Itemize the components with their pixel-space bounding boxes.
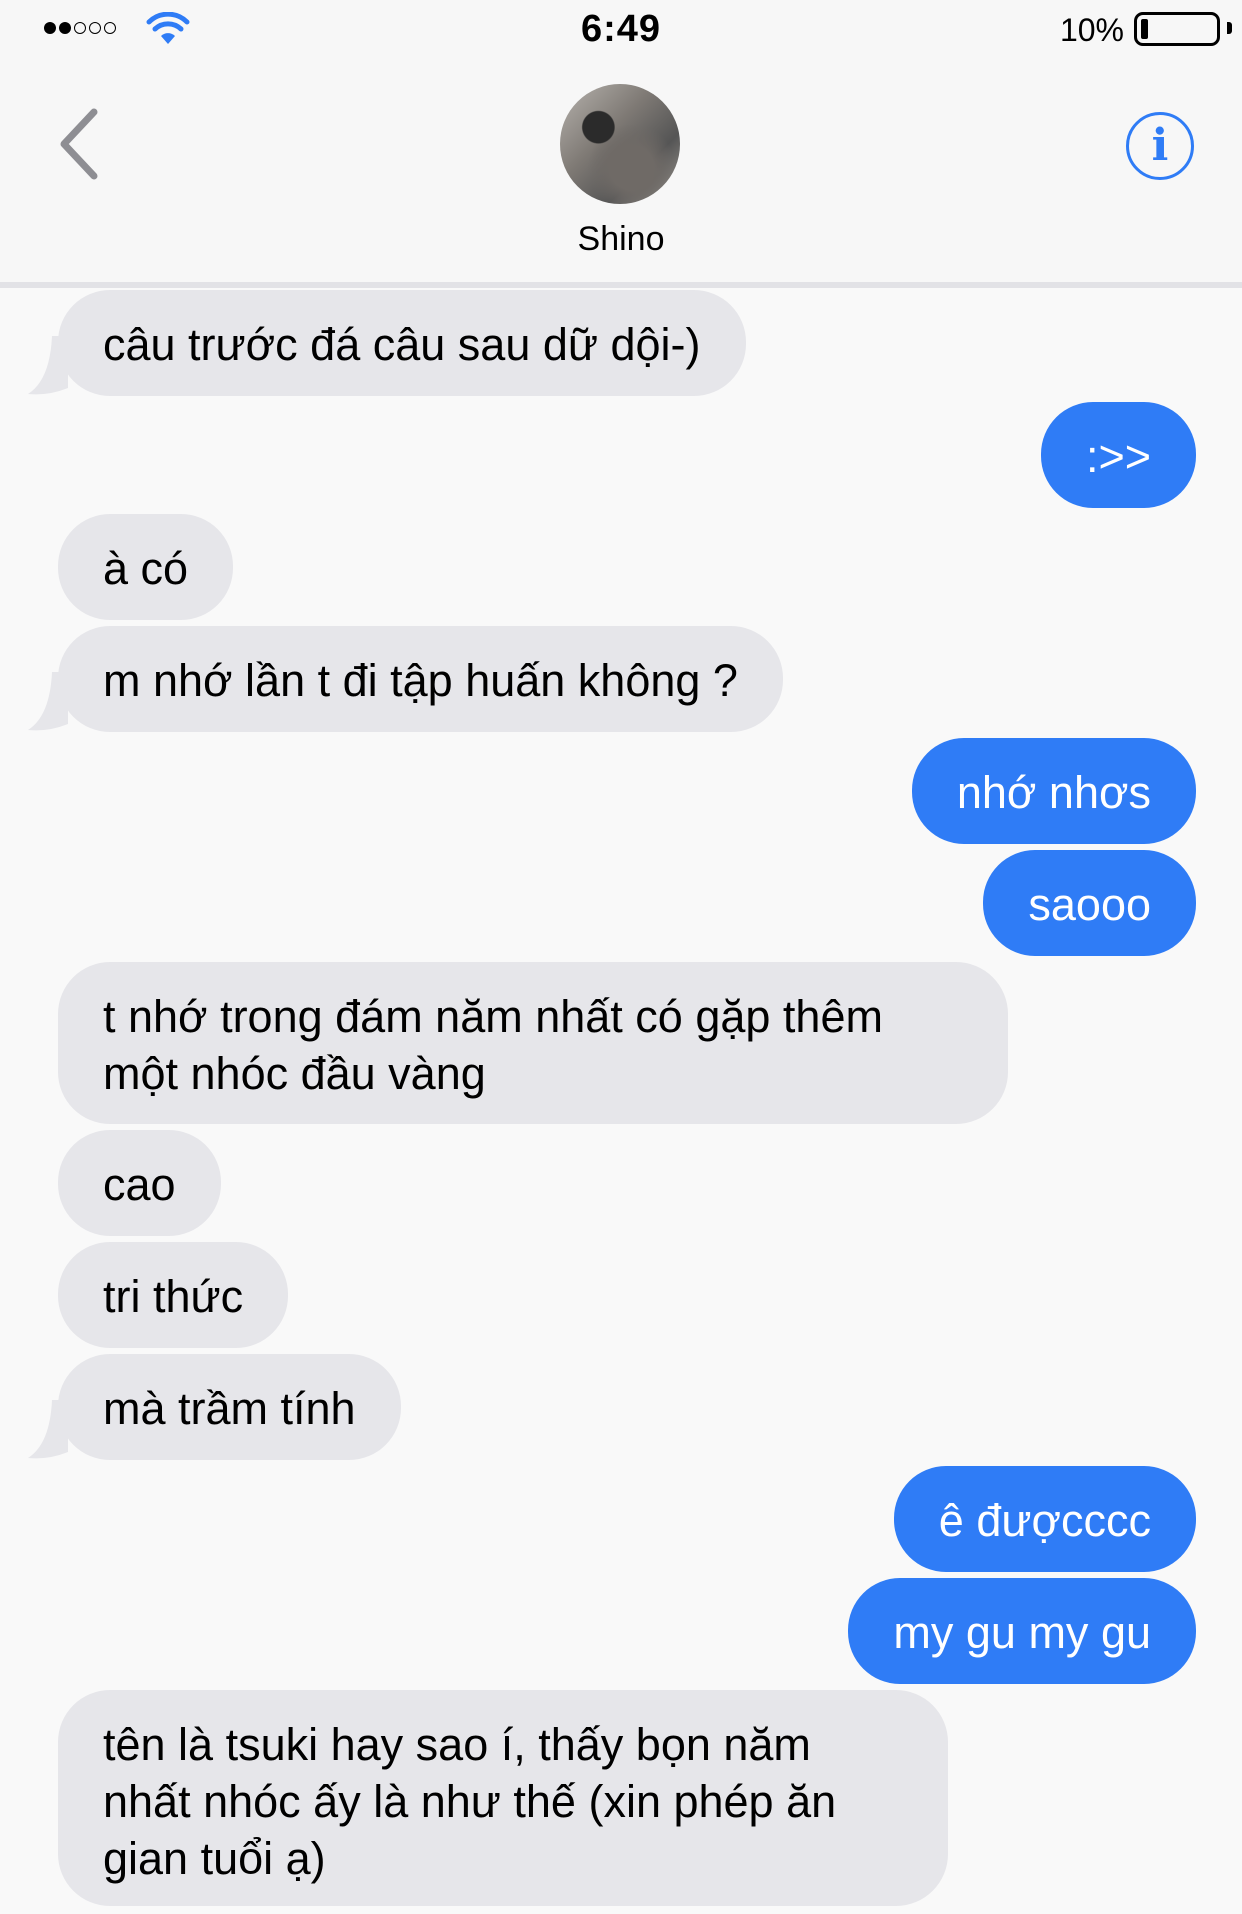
message-bubble-incoming[interactable]: à có xyxy=(58,514,234,620)
message-bubble-incoming[interactable]: m nhớ lần t đi tập huấn không ? xyxy=(58,626,783,732)
message-bubble-outgoing[interactable]: nhớ nhơs xyxy=(911,738,1196,844)
message-bubble-incoming[interactable]: cao xyxy=(58,1130,221,1236)
contact-avatar[interactable] xyxy=(560,84,680,204)
message-bubble-outgoing[interactable]: :>> xyxy=(1040,402,1196,508)
message-bubble-outgoing[interactable]: ê đượcccc xyxy=(893,1466,1196,1572)
battery-icon xyxy=(1134,12,1220,46)
info-button[interactable]: i xyxy=(1126,112,1194,180)
status-bar: 6:49 10% xyxy=(0,0,1242,60)
message-bubble-incoming[interactable]: tri thức xyxy=(58,1242,289,1348)
contact-name[interactable]: Shino xyxy=(0,220,1242,259)
message-bubble-outgoing[interactable]: saooo xyxy=(983,850,1196,956)
back-chevron-icon[interactable] xyxy=(50,104,110,184)
message-bubble-incoming[interactable]: t nhớ trong đám năm nhất có gặp thêm một… xyxy=(58,962,1008,1124)
message-bubble-outgoing[interactable]: my gu my gu xyxy=(848,1578,1196,1684)
message-bubble-incoming[interactable]: mà trầm tính xyxy=(58,1354,401,1460)
message-bubble-incoming[interactable]: tên là tsuki hay sao í, thấy bọn năm nhấ… xyxy=(58,1690,948,1906)
status-time: 6:49 xyxy=(580,8,662,50)
message-bubble-incoming[interactable]: câu trước đá câu sau dữ dội-) xyxy=(58,290,746,396)
battery-percent: 10% xyxy=(1059,12,1124,48)
battery-nub xyxy=(1227,22,1232,34)
